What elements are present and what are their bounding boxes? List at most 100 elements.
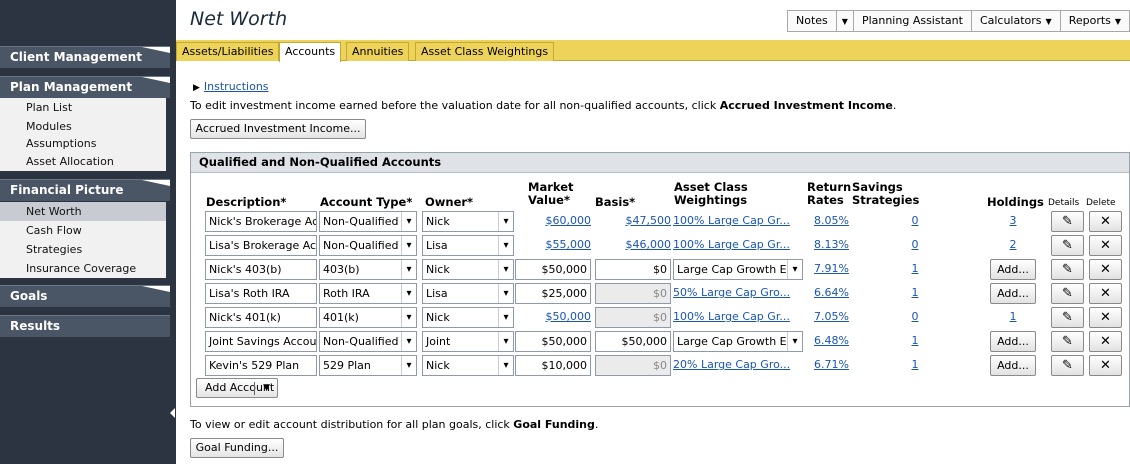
basis-field[interactable]: $50,000 [595,331,671,352]
add-holdings-button[interactable]: Add... [990,355,1036,376]
calculators-menu[interactable]: Calculators ▼ [972,11,1061,31]
holdings-link[interactable]: 2 [1003,235,1023,256]
description-input[interactable]: Kevin's 529 Plan [205,355,317,376]
basis-field[interactable]: $46,000 [595,235,672,256]
chevron-down-icon[interactable]: ▼ [263,379,270,397]
instructions-link[interactable]: Instructions [204,80,269,93]
chevron-down-icon[interactable]: ▾ [498,236,513,255]
sidebar-item-asset-allocation[interactable]: Asset Allocation [0,152,166,171]
account-type-select[interactable]: 403(b) ▾ [319,259,417,280]
owner-select[interactable]: Joint ▾ [422,331,514,352]
edit-note-icon[interactable]: ✎ [1051,259,1084,280]
basis-field[interactable]: $0 [595,283,671,304]
account-type-select[interactable]: Roth IRA ▾ [319,283,417,304]
close-x-icon[interactable]: ✕ [1089,259,1122,280]
sidebar-item-net-worth[interactable]: Net Worth [0,202,166,221]
account-type-select[interactable]: Non-Qualified ▾ [319,235,417,256]
tab-asset-class-weightings[interactable]: Asset Class Weightings [415,42,555,61]
market-value-field[interactable]: $25,000 [515,283,591,304]
market-value-field[interactable]: $50,000 [515,259,591,280]
chevron-down-icon[interactable]: ▾ [401,332,416,351]
add-holdings-button[interactable]: Add... [990,259,1036,280]
savings-strategies-link[interactable]: 0 [905,307,925,328]
sidebar-item-insurance-coverage[interactable]: Insurance Coverage [0,259,166,278]
return-rate-link[interactable]: 8.13% [814,235,854,256]
chevron-down-icon[interactable]: ▾ [401,236,416,255]
savings-strategies-link[interactable]: 1 [905,331,925,352]
sidebar-section-plan-management[interactable]: Plan Management [0,76,170,98]
sidebar-section-financial-picture[interactable]: Financial Picture [0,179,170,201]
close-x-icon[interactable]: ✕ [1089,355,1122,376]
basis-field[interactable]: $0 [595,355,671,376]
tab-annuities[interactable]: Annuities [346,42,410,61]
owner-select[interactable]: Nick ▾ [422,355,514,376]
basis-field[interactable]: $47,500 [595,211,672,232]
owner-select[interactable]: Nick ▾ [422,211,514,232]
sidebar-item-plan-list[interactable]: Plan List [0,98,166,117]
asset-class-weightings-select[interactable]: Large Cap Growth E ▾ [673,259,803,280]
add-account-button[interactable]: Add Account ▼ [196,378,278,398]
description-input[interactable]: Nick's Brokerage Acc [205,211,317,232]
chevron-down-icon[interactable]: ▾ [401,356,416,375]
savings-strategies-link[interactable]: 1 [905,259,925,280]
planning-assistant-button[interactable]: Planning Assistant [854,11,972,31]
sidebar-item-modules[interactable]: Modules [0,117,166,136]
edit-note-icon[interactable]: ✎ [1051,283,1084,304]
market-value-field[interactable]: $60,000 [515,211,592,232]
asset-class-weightings-link[interactable]: 50% Large Cap Gro... [673,283,803,304]
description-input[interactable]: Lisa's Roth IRA [205,283,317,304]
return-rate-link[interactable]: 6.64% [814,283,854,304]
description-input[interactable]: Lisa's Brokerage Acc [205,235,317,256]
accrued-investment-income-button[interactable]: Accrued Investment Income... [190,119,366,139]
asset-class-weightings-link[interactable]: 100% Large Cap Gr... [673,307,803,328]
return-rate-link[interactable]: 6.48% [814,331,854,352]
savings-strategies-link[interactable]: 1 [905,283,925,304]
account-type-select[interactable]: Non-Qualified ▾ [319,211,417,232]
chevron-down-icon[interactable]: ▾ [401,212,416,231]
sidebar-item-assumptions[interactable]: Assumptions [0,136,166,152]
return-rate-link[interactable]: 7.91% [814,259,854,280]
edit-note-icon[interactable]: ✎ [1051,307,1084,328]
owner-select[interactable]: Lisa ▾ [422,235,514,256]
edit-note-icon[interactable]: ✎ [1051,331,1084,352]
reports-menu[interactable]: Reports ▼ [1061,11,1129,31]
chevron-down-icon[interactable]: ▾ [401,284,416,303]
tab-accounts[interactable]: Accounts [279,42,342,62]
chevron-down-icon[interactable]: ▾ [498,260,513,279]
notes-button[interactable]: Notes [788,11,837,31]
owner-select[interactable]: Nick ▾ [422,307,514,328]
close-x-icon[interactable]: ✕ [1089,307,1122,328]
chevron-down-icon[interactable]: ▾ [498,212,513,231]
add-holdings-button[interactable]: Add... [990,331,1036,352]
sidebar-item-cash-flow[interactable]: Cash Flow [0,221,166,240]
savings-strategies-link[interactable]: 1 [905,355,925,376]
description-input[interactable]: Joint Savings Accou [205,331,317,352]
description-input[interactable]: Nick's 403(b) [205,259,317,280]
return-rate-link[interactable]: 6.71% [814,355,854,376]
chevron-down-icon[interactable]: ▾ [401,308,416,327]
market-value-field[interactable]: $10,000 [515,355,591,376]
savings-strategies-link[interactable]: 0 [905,235,925,256]
collapse-sidebar-handle[interactable] [170,404,176,432]
asset-class-weightings-select[interactable]: Large Cap Growth E ▾ [673,331,803,352]
close-x-icon[interactable]: ✕ [1089,211,1122,232]
goal-funding-button[interactable]: Goal Funding... [190,438,284,458]
sidebar-section-results[interactable]: Results [0,315,170,337]
edit-note-icon[interactable]: ✎ [1051,211,1084,232]
holdings-link[interactable]: 1 [1003,307,1023,328]
tab-assets-liabilities[interactable]: Assets/Liabilities [176,42,280,61]
close-x-icon[interactable]: ✕ [1089,235,1122,256]
chevron-down-icon[interactable]: ▾ [498,356,513,375]
market-value-field[interactable]: $55,000 [515,235,592,256]
chevron-down-icon[interactable]: ▾ [498,308,513,327]
chevron-down-icon[interactable]: ▾ [498,284,513,303]
sidebar-section-client-management[interactable]: Client Management [0,46,170,68]
basis-field[interactable]: $0 [595,259,671,280]
market-value-field[interactable]: $50,000 [515,307,592,328]
add-holdings-button[interactable]: Add... [990,283,1036,304]
chevron-down-icon[interactable]: ▾ [401,260,416,279]
owner-select[interactable]: Nick ▾ [422,259,514,280]
chevron-down-icon[interactable]: ▾ [498,332,513,351]
edit-note-icon[interactable]: ✎ [1051,235,1084,256]
edit-note-icon[interactable]: ✎ [1051,355,1084,376]
